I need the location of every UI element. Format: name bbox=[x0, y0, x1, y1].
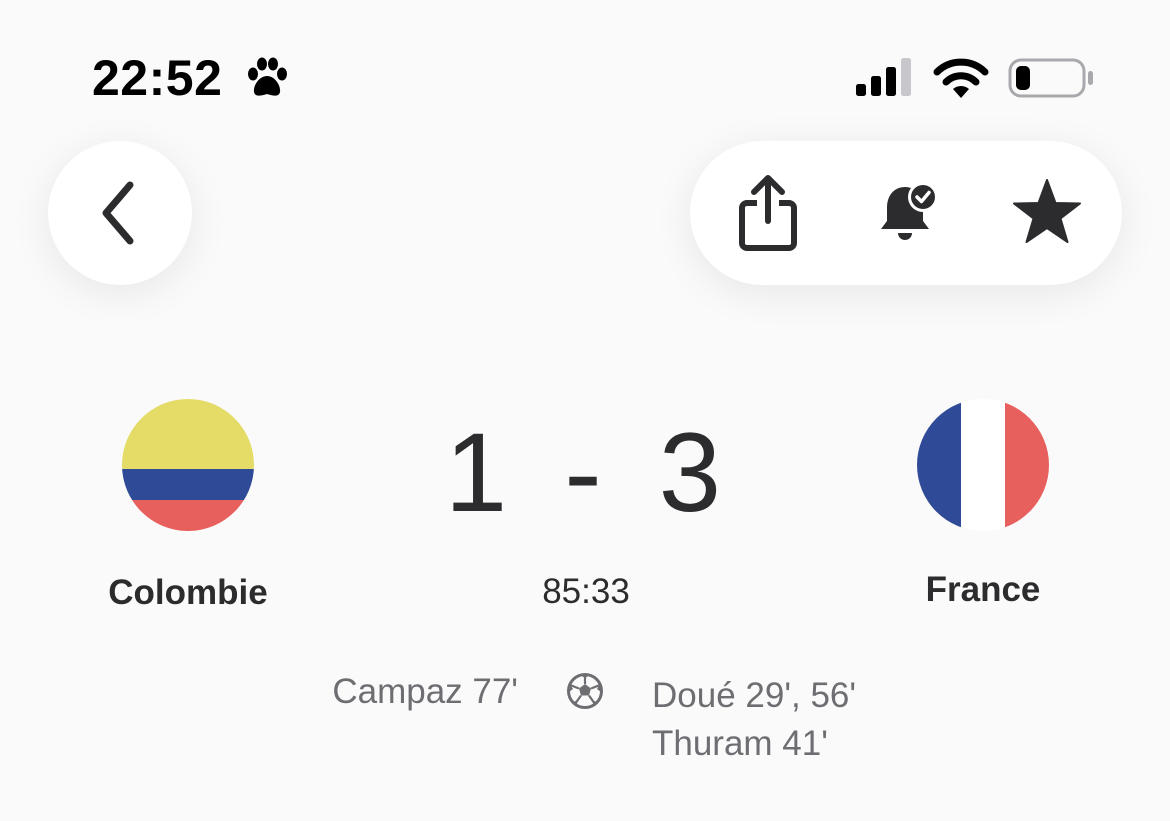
score-separator: - bbox=[564, 410, 606, 535]
match-clock: 85:33 bbox=[542, 572, 630, 611]
match-score: 1 - 3 bbox=[385, 408, 785, 538]
home-score: 1 bbox=[444, 410, 512, 535]
cellular-signal-icon bbox=[856, 58, 911, 96]
share-icon bbox=[739, 175, 797, 251]
share-button[interactable] bbox=[713, 141, 823, 285]
home-scorers: Campaz 77' bbox=[332, 672, 518, 712]
scorer-entry: Thuram 41' bbox=[652, 724, 828, 763]
away-score: 3 bbox=[658, 410, 726, 535]
away-scorers: Doué 29', 56' Thuram 41' bbox=[652, 672, 856, 768]
france-flag-icon bbox=[917, 399, 1049, 531]
match-detail-screen: 22:52 Colombie 1 - 3 85:33 France Campaz… bbox=[0, 0, 1170, 821]
notifications-button[interactable] bbox=[854, 141, 964, 285]
status-time: 22:52 bbox=[92, 50, 223, 106]
bell-check-icon bbox=[881, 182, 938, 240]
wifi-icon bbox=[933, 58, 989, 98]
back-button[interactable] bbox=[48, 141, 192, 285]
favorite-button[interactable] bbox=[992, 141, 1102, 285]
action-toolbar bbox=[690, 141, 1122, 285]
scorer-entry: Doué 29', 56' bbox=[652, 676, 857, 715]
soccer-ball-icon bbox=[567, 673, 603, 709]
away-team-name[interactable]: France bbox=[853, 570, 1113, 610]
star-icon bbox=[1013, 179, 1081, 243]
colombia-flag-icon bbox=[122, 399, 254, 531]
home-team-name[interactable]: Colombie bbox=[58, 573, 318, 613]
chevron-left-icon bbox=[102, 181, 134, 245]
paw-icon bbox=[248, 57, 287, 96]
battery-icon bbox=[1008, 58, 1093, 98]
scorer-entry: Campaz 77' bbox=[332, 672, 518, 711]
